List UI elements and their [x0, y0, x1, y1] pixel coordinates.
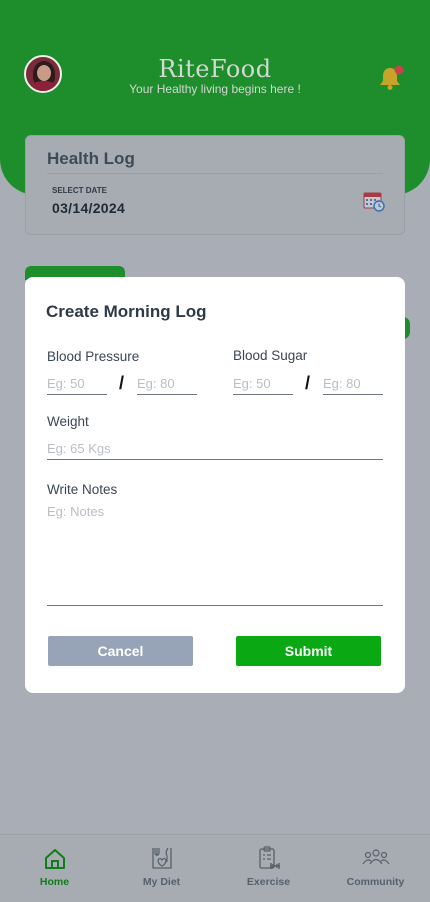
health-log-divider	[47, 173, 383, 174]
cancel-button[interactable]: Cancel	[48, 636, 193, 666]
create-morning-log-modal: Create Morning Log Blood Pressure / Bloo…	[25, 277, 405, 693]
home-icon	[44, 849, 65, 869]
blood-pressure-separator: /	[119, 373, 125, 393]
exercise-icon	[258, 846, 280, 869]
select-date-label: SELECT DATE	[52, 186, 107, 195]
calendar-icon[interactable]	[363, 190, 385, 212]
app-brand-title: RiteFood	[158, 55, 272, 83]
blood-pressure-systolic-input[interactable]	[47, 373, 107, 395]
blood-sugar-input-1[interactable]	[233, 373, 293, 395]
notes-label: Write Notes	[47, 482, 118, 497]
community-icon	[362, 849, 389, 865]
blood-sugar-label: Blood Sugar	[233, 348, 308, 363]
selected-date-value[interactable]: 03/14/2024	[52, 200, 125, 216]
diet-icon	[151, 847, 172, 869]
health-log-card: Health Log SELECT DATE 03/14/2024	[25, 135, 405, 235]
blood-sugar-input-2[interactable]	[323, 373, 383, 395]
submit-button[interactable]: Submit	[236, 636, 381, 666]
nav-item-exercise[interactable]: Exercise	[215, 835, 322, 902]
weight-input[interactable]	[47, 437, 383, 460]
nav-label-community: Community	[346, 876, 405, 888]
health-log-title: Health Log	[47, 149, 135, 168]
blood-sugar-separator: /	[305, 373, 311, 393]
modal-title: Create Morning Log	[46, 302, 207, 321]
notification-bell-icon[interactable]	[376, 64, 404, 92]
blood-pressure-diastolic-input[interactable]	[137, 373, 197, 395]
nav-item-my-diet[interactable]: My Diet	[108, 835, 215, 902]
nav-label-exercise: Exercise	[246, 876, 291, 888]
nav-item-home[interactable]: Home	[1, 835, 108, 902]
blood-pressure-label: Blood Pressure	[47, 349, 140, 364]
app-tagline: Your Healthy living begins here !	[129, 82, 301, 96]
bottom-navigation: Home My Diet Exercise Community	[0, 834, 430, 902]
notes-textarea[interactable]	[47, 504, 383, 606]
weight-label: Weight	[47, 414, 89, 429]
nav-label-home: Home	[39, 876, 70, 888]
nav-label-my-diet: My Diet	[142, 876, 181, 888]
nav-item-community[interactable]: Community	[322, 835, 429, 902]
